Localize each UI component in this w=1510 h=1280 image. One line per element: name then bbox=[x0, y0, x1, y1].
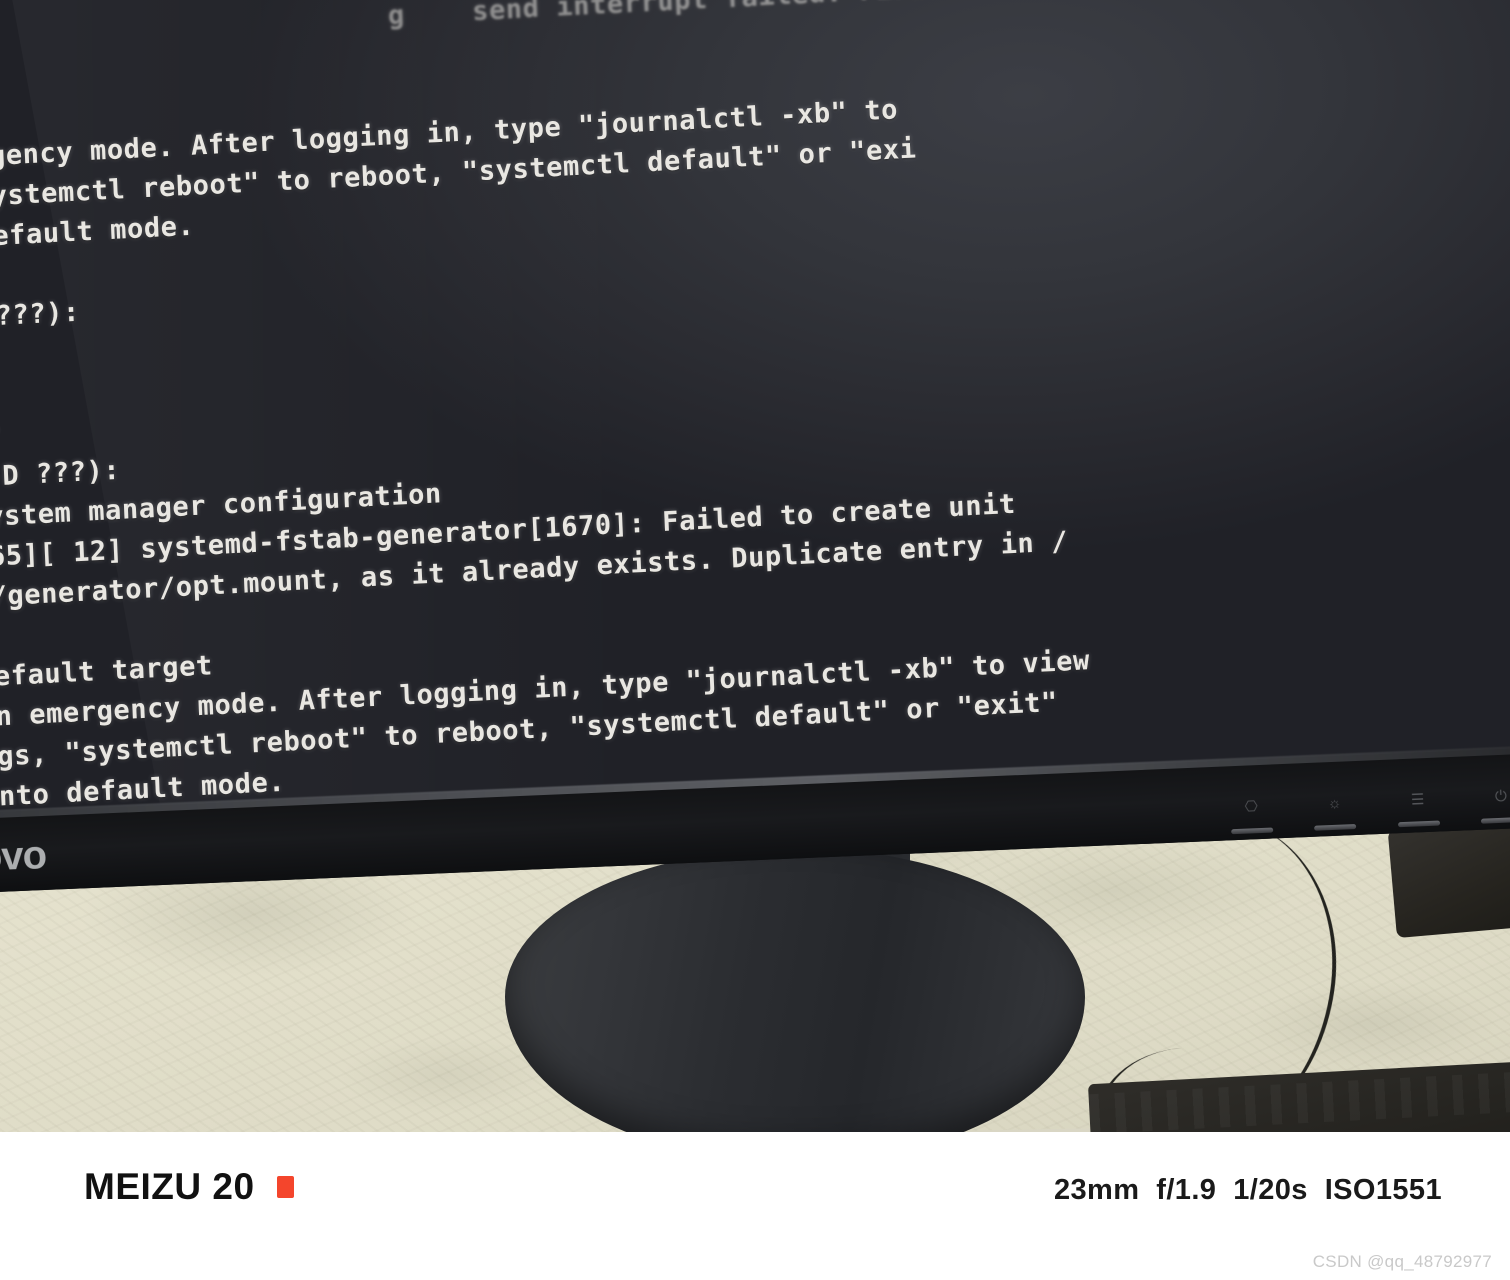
caption-band: MEIZU 20 23mm f/1.9 1/20s ISO1551 CSDN @… bbox=[0, 1132, 1510, 1280]
input-source-icon: ⎔ bbox=[1244, 798, 1259, 816]
brightness-icon: ☼ bbox=[1327, 794, 1342, 813]
brightness-button[interactable]: ☼ bbox=[1308, 771, 1360, 831]
osd-button-row[interactable]: ⎔ ☼ ☰ ⏻ bbox=[1225, 756, 1510, 835]
power-icon: ⏻ bbox=[1494, 787, 1508, 806]
terminal-console-text: g send interrupt failed: FirmwaEI ! n em… bbox=[0, 0, 1510, 814]
menu-button-key[interactable] bbox=[1397, 820, 1440, 828]
power-button[interactable]: ⏻ bbox=[1475, 764, 1510, 824]
caption-left-group: MEIZU 20 bbox=[84, 1166, 294, 1208]
photo-region: g send interrupt failed: FirmwaEI ! n em… bbox=[0, 0, 1510, 1132]
lenovo-logo: enovo bbox=[0, 832, 47, 882]
input-source-button-key[interactable] bbox=[1231, 827, 1274, 835]
csdn-watermark: CSDN @qq_48792977 bbox=[1312, 1252, 1492, 1271]
monitor-stand-base bbox=[505, 848, 1085, 1132]
brightness-button-key[interactable] bbox=[1314, 823, 1357, 831]
screenshot-root: g send interrupt failed: FirmwaEI ! n em… bbox=[0, 0, 1510, 1280]
power-button-key[interactable] bbox=[1480, 817, 1510, 824]
meizu-accent-square bbox=[276, 1176, 294, 1198]
phone-model-label: MEIZU 20 bbox=[84, 1166, 255, 1207]
menu-button[interactable]: ☰ bbox=[1391, 767, 1443, 828]
exif-info: 23mm f/1.9 1/20s ISO1551 bbox=[1053, 1174, 1442, 1206]
menu-icon: ☰ bbox=[1410, 791, 1425, 809]
monitor: g send interrupt failed: FirmwaEI ! n em… bbox=[0, 0, 1510, 895]
input-source-button[interactable]: ⎔ bbox=[1225, 774, 1277, 835]
monitor-screen: g send interrupt failed: FirmwaEI ! n em… bbox=[0, 0, 1510, 815]
